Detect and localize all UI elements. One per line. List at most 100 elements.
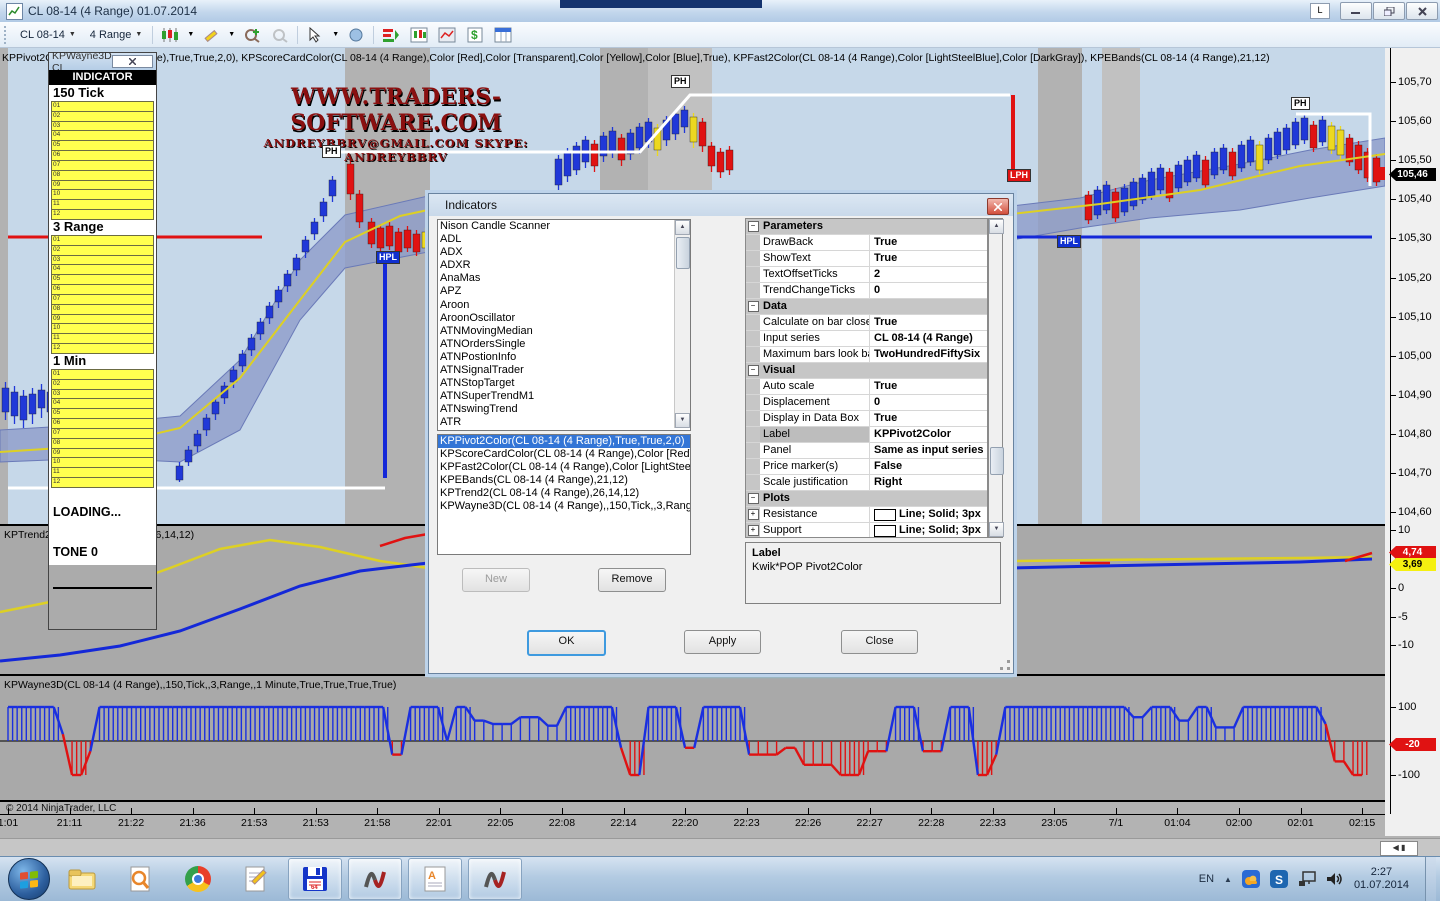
kpwayne3d-indicator-panel[interactable]: KPWayne3D CL INDICATOR 150 Tick010203040… [48, 52, 157, 630]
property-value[interactable]: TwoHundredFiftySix [870, 347, 987, 362]
property-value[interactable]: True [870, 315, 987, 330]
collapse-icon[interactable]: − [748, 365, 759, 376]
property-category-row[interactable]: −Parameters [746, 219, 987, 235]
skype-icon[interactable]: S [1270, 870, 1288, 888]
time-axis[interactable]: © 2014 NinjaTrader, LLC 1:0121:1121:2221… [0, 802, 1440, 838]
property-row[interactable]: Maximum bars look backTwoHundredFiftySix [746, 347, 987, 363]
property-category-row[interactable]: −Data [746, 299, 987, 315]
property-value[interactable]: 2 [870, 267, 987, 282]
property-row[interactable]: TrendChangeTicks0 [746, 283, 987, 299]
property-row[interactable]: Displacement0 [746, 395, 987, 411]
expand-icon[interactable]: + [748, 509, 759, 520]
horizontal-scrollbar[interactable]: ◀ ▮ [1380, 841, 1418, 856]
search-icon[interactable] [114, 859, 166, 899]
close-icon[interactable] [987, 198, 1009, 215]
resize-grip[interactable] [1000, 660, 1010, 670]
property-row[interactable]: Calculate on bar closeTrue [746, 315, 987, 331]
property-row[interactable]: TextOffsetTicks2 [746, 267, 987, 283]
available-indicator-item[interactable]: ADXR [438, 259, 690, 272]
account-data-button[interactable]: $ [464, 25, 486, 45]
apply-button[interactable]: Apply [684, 630, 761, 654]
new-button[interactable]: New [462, 568, 530, 592]
restore-button[interactable] [1373, 2, 1405, 20]
property-value[interactable]: CL 08-14 (4 Range) [870, 331, 987, 346]
available-indicator-item[interactable]: ATNSuperTrendM1 [438, 390, 690, 403]
ok-button[interactable]: OK [527, 630, 606, 656]
chevron-down-icon[interactable]: ▼ [332, 31, 339, 38]
price-axis[interactable]: 105,70105,60105,50105,40105,30105,20105,… [1385, 48, 1440, 836]
scroll-up-icon[interactable]: ▲ [675, 220, 690, 235]
ninjatrader-icon[interactable] [468, 858, 522, 900]
properties-scrollbar[interactable]: ▲ ▼ [988, 218, 1003, 538]
data-series-button[interactable] [408, 25, 430, 45]
l-button[interactable]: L [1310, 3, 1330, 19]
document-a-icon[interactable]: A [408, 858, 462, 900]
ninjatrader-icon[interactable] [348, 858, 402, 900]
close-button[interactable] [1406, 2, 1438, 20]
taskbar[interactable]: 64 A EN ▲ S 2:27 01.07.2014 [0, 856, 1440, 901]
cloud-tray-icon[interactable] [1242, 870, 1260, 888]
remove-indicator-button[interactable] [269, 25, 291, 45]
selected-indicator-item[interactable]: KPTrend2(CL 08-14 (4 Range),26,14,12) [438, 487, 690, 500]
available-indicator-item[interactable]: Aroon [438, 299, 690, 312]
available-indicator-item[interactable]: ADX [438, 246, 690, 259]
property-value[interactable]: True [870, 235, 987, 250]
indicator-slot-row[interactable]: 12 [51, 343, 154, 354]
cursor-tool-button[interactable] [304, 25, 326, 45]
indicators-dialog[interactable]: Indicators Nison Candle ScannerADLADXADX… [428, 193, 1014, 674]
property-row[interactable]: Input seriesCL 08-14 (4 Range) [746, 331, 987, 347]
chrome-icon[interactable] [172, 859, 224, 899]
tray-clock[interactable]: 2:27 01.07.2014 [1354, 866, 1415, 892]
explorer-icon[interactable] [56, 859, 108, 899]
scroll-thumb[interactable] [990, 447, 1004, 475]
selected-indicator-item[interactable]: KPWayne3D(CL 08-14 (4 Range),,150,Tick,,… [438, 500, 690, 513]
panel-titlebar[interactable]: KPWayne3D CL [49, 53, 156, 70]
chevron-down-icon[interactable]: ▼ [187, 31, 194, 38]
property-row[interactable]: +ResistanceLine; Solid; 3px [746, 507, 987, 523]
close-button[interactable]: Close [841, 630, 918, 654]
minimize-button[interactable] [1340, 2, 1372, 20]
toolbar-grip[interactable] [4, 26, 10, 44]
available-indicator-item[interactable]: ATNSignalTrader [438, 364, 690, 377]
property-value[interactable]: 0 [870, 395, 987, 410]
property-value[interactable]: Line; Solid; 3px [870, 507, 987, 522]
available-indicator-item[interactable]: ATNStopTarget [438, 377, 690, 390]
selected-indicator-item[interactable]: KPScoreCardColor(CL 08-14 (4 Range),Colo… [438, 448, 690, 461]
collapse-icon[interactable]: − [748, 493, 759, 504]
scroll-down-icon[interactable]: ▼ [675, 413, 690, 428]
indicator-slot-row[interactable]: 12 [51, 209, 154, 220]
available-indicator-item[interactable]: ATR [438, 416, 690, 429]
available-indicator-item[interactable]: ATNMovingMedian [438, 325, 690, 338]
property-value[interactable]: True [870, 379, 987, 394]
hidden-icons-chevron[interactable]: ▲ [1224, 875, 1232, 884]
scroll-up-icon[interactable]: ▲ [989, 219, 1004, 234]
property-value[interactable]: 0 [870, 283, 987, 298]
zoom-tool-button[interactable] [345, 25, 367, 45]
volume-icon[interactable] [1326, 870, 1344, 888]
property-category-row[interactable]: −Plots [746, 491, 987, 507]
notepad-icon[interactable] [230, 859, 282, 899]
available-indicator-item[interactable]: ATNPostionInfo [438, 351, 690, 364]
available-indicator-item[interactable]: ADL [438, 233, 690, 246]
drawing-tools-button[interactable] [200, 25, 222, 45]
instrument-dropdown[interactable]: CL 08-14▼ [16, 27, 80, 43]
network-icon[interactable] [1298, 870, 1316, 888]
expand-icon[interactable]: + [748, 525, 759, 536]
remove-button[interactable]: Remove [598, 568, 666, 592]
property-row[interactable]: Auto scaleTrue [746, 379, 987, 395]
property-row[interactable]: Scale justificationRight [746, 475, 987, 491]
add-indicator-button[interactable] [241, 25, 263, 45]
show-desktop-button[interactable] [1425, 857, 1436, 901]
available-indicator-item[interactable]: AnaMas [438, 272, 690, 285]
scroll-thumb[interactable] [676, 237, 690, 269]
property-value[interactable]: True [870, 411, 987, 426]
scroll-down-icon[interactable]: ▼ [989, 522, 1004, 537]
property-row[interactable]: Price marker(s)False [746, 459, 987, 475]
selected-indicator-item[interactable]: KPFast2Color(CL 08-14 (4 Range),Color [L… [438, 461, 690, 474]
property-row[interactable]: Display in Data BoxTrue [746, 411, 987, 427]
language-indicator[interactable]: EN [1199, 873, 1214, 885]
available-indicator-item[interactable]: ATNOrdersSingle [438, 338, 690, 351]
start-button[interactable] [8, 858, 50, 900]
available-indicators-list[interactable]: Nison Candle ScannerADLADXADXRAnaMasAPZA… [437, 219, 691, 431]
scrollbar[interactable]: ▲ ▼ [674, 220, 690, 428]
